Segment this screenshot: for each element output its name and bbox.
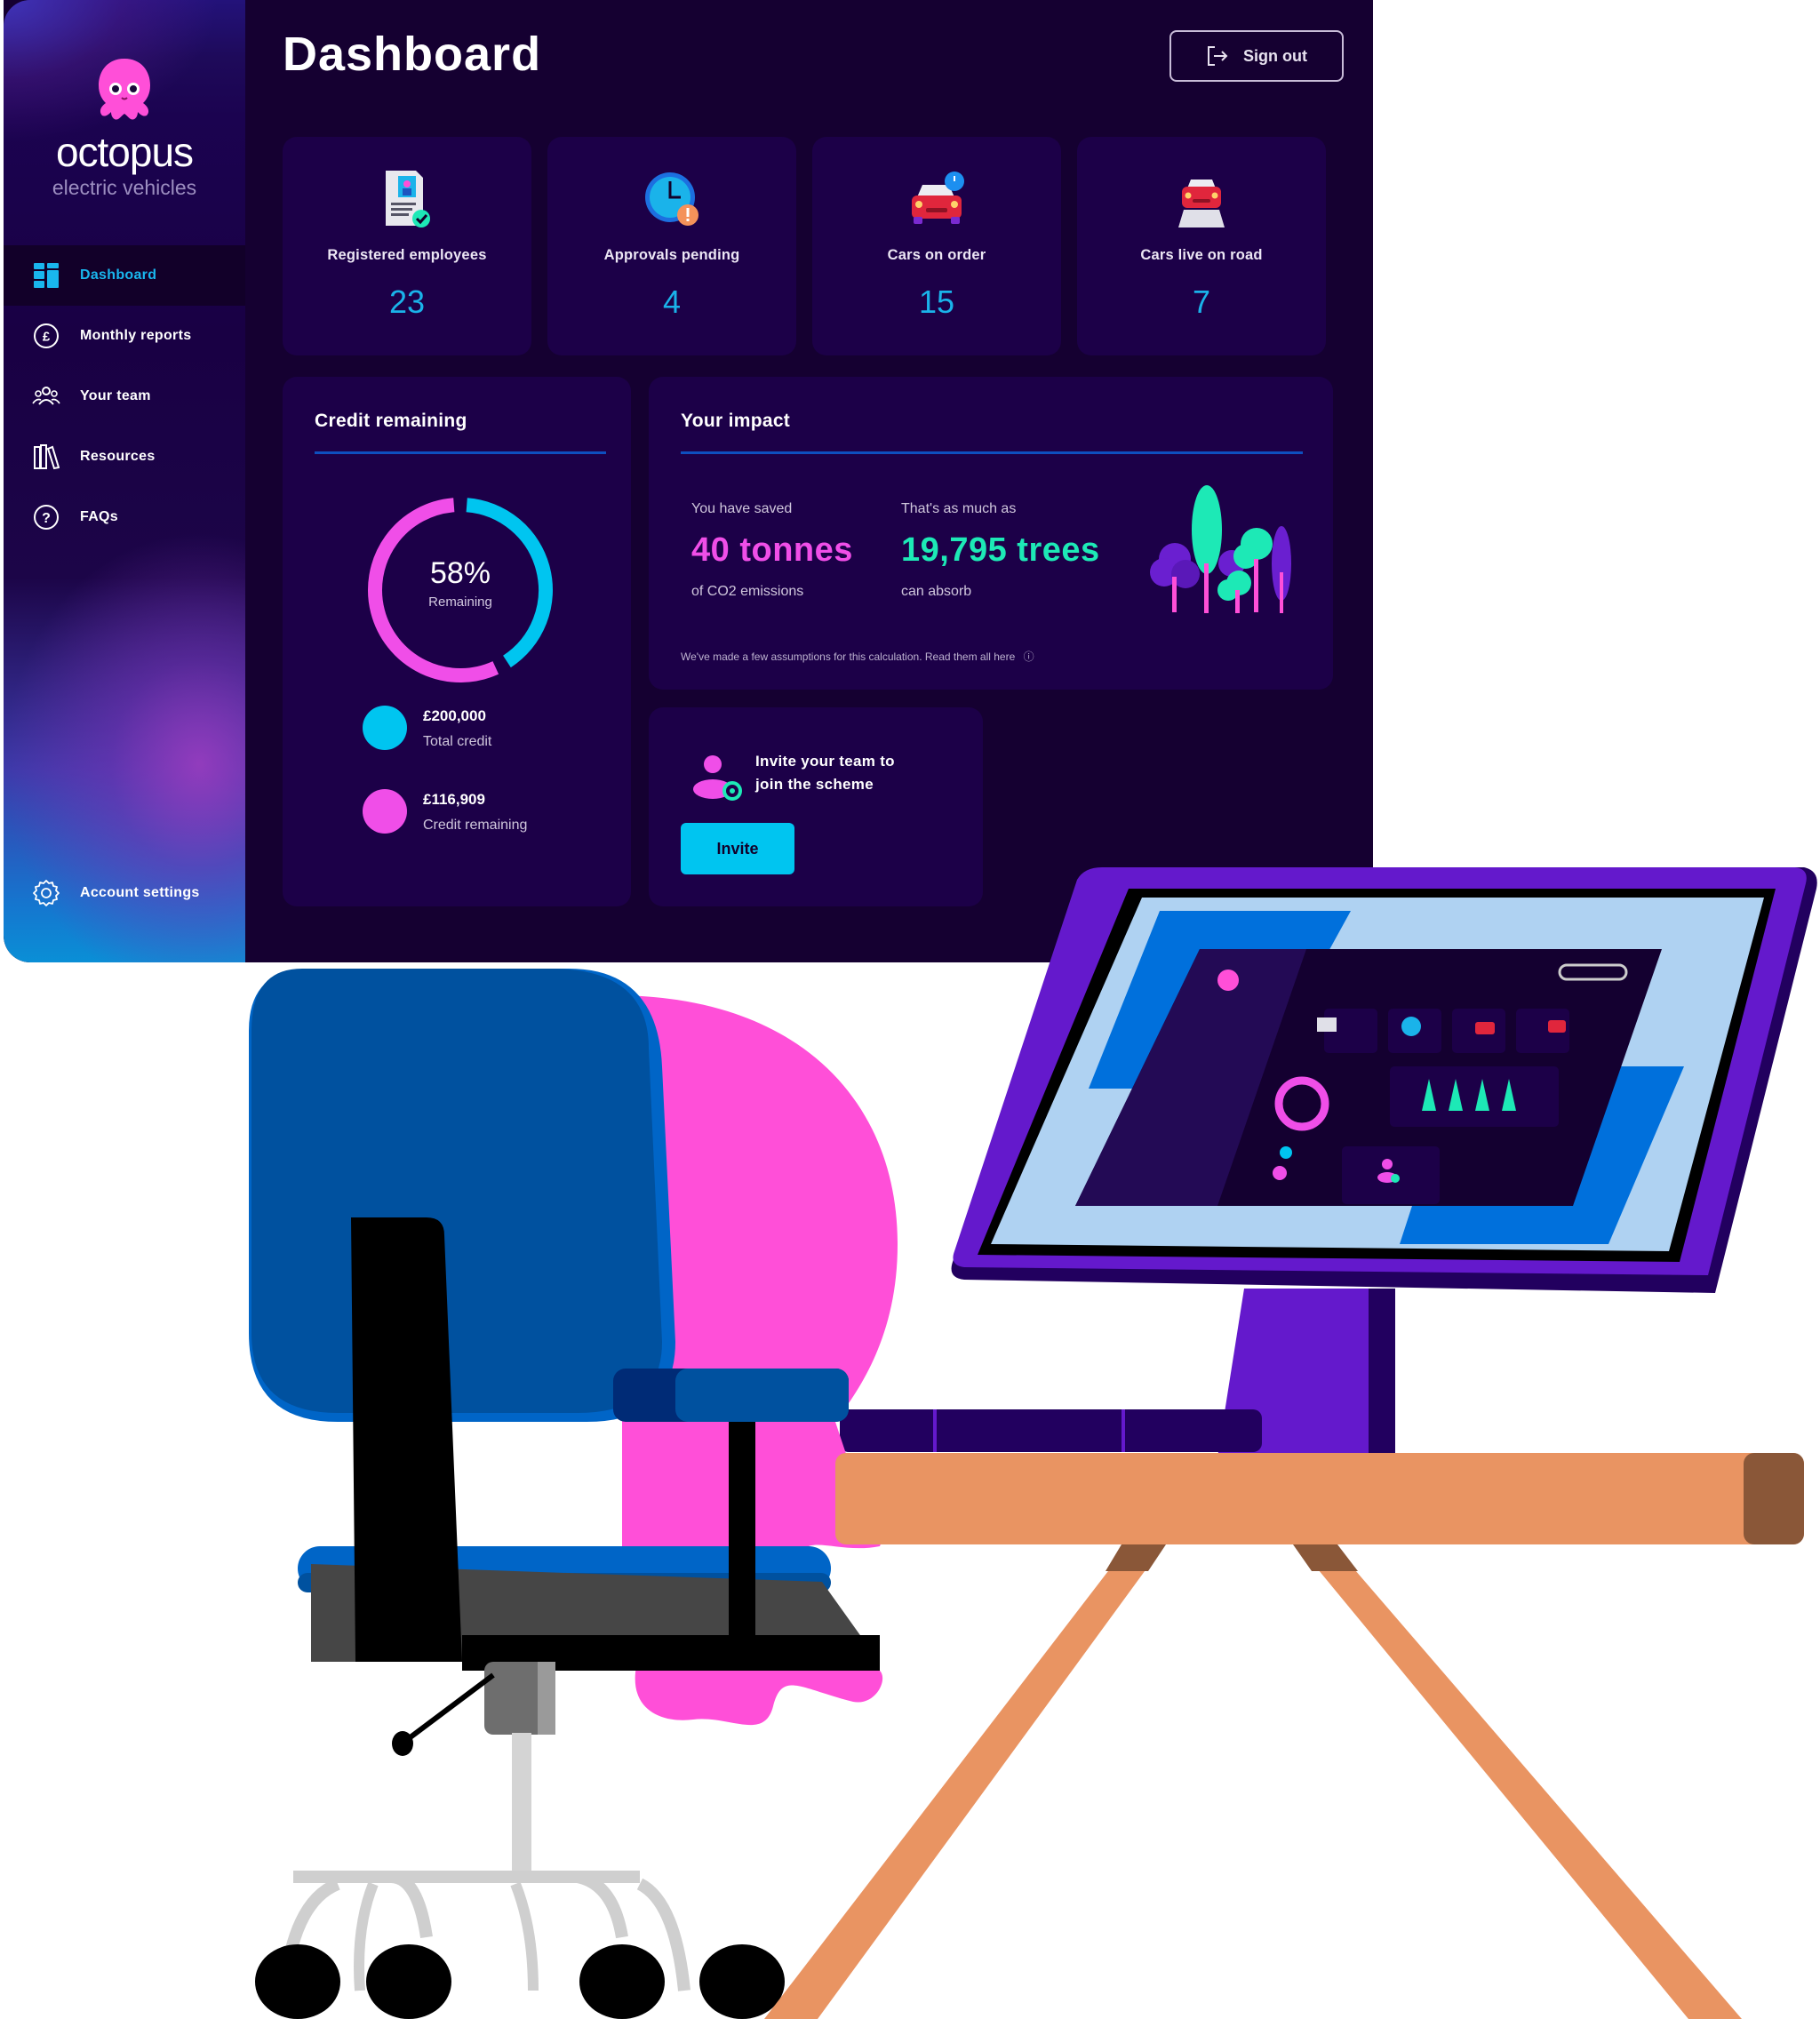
invite-line-2: join the scheme	[755, 776, 874, 793]
co2-saved-caption: of CO2 emissions	[691, 584, 804, 599]
brand-name: octopus	[55, 129, 194, 175]
stat-value: 7	[1192, 283, 1211, 320]
sidebar-item-account-settings[interactable]: Account settings	[4, 862, 245, 924]
co2-saved-intro: You have saved	[691, 501, 793, 516]
dashboard-window: octopus electric vehicles Dashboard £ Mo…	[4, 0, 1373, 962]
stat-card-cars-live-on-road[interactable]: Cars live on road 7	[1077, 137, 1326, 355]
trees-intro: That's as much as	[901, 501, 1017, 516]
legend-label: Credit remaining	[423, 818, 528, 833]
title-divider	[315, 451, 606, 454]
stat-card-cars-on-order[interactable]: Cars on order 15	[812, 137, 1061, 355]
legend-label: Total credit	[423, 734, 492, 749]
page-title: Dashboard	[283, 28, 542, 81]
trees-value: 19,795 trees	[901, 531, 1100, 569]
trees-caption: can absorb	[901, 584, 972, 599]
dashboard-grid-icon	[30, 259, 62, 291]
credit-percent-caption: Remaining	[428, 595, 492, 610]
desk-illustration	[764, 1453, 1804, 2019]
add-user-icon	[691, 752, 745, 810]
document-check-icon	[371, 164, 443, 235]
svg-text:?: ?	[42, 511, 51, 526]
stat-value: 23	[388, 283, 426, 320]
sidebar-item-faqs[interactable]: ? FAQs	[4, 487, 245, 547]
legend-swatch-total	[363, 706, 407, 750]
office-chair-illustration	[249, 969, 880, 2019]
legend-swatch-remaining	[363, 789, 407, 834]
trees-illustration-icon	[1146, 475, 1297, 639]
keyboard-illustration	[840, 1409, 1262, 1452]
sidebar-item-resources[interactable]: Resources	[4, 427, 245, 487]
team-icon	[30, 380, 62, 412]
sidebar-item-dashboard[interactable]: Dashboard	[4, 245, 245, 306]
your-impact-card: Your impact You have saved 40 tonnes of …	[649, 377, 1333, 690]
sign-out-label: Sign out	[1243, 46, 1307, 65]
stat-card-registered-employees[interactable]: Registered employees 23	[283, 137, 531, 355]
impact-card-title: Your impact	[681, 411, 791, 431]
trees-equivalent-block: That's as much as 19,795 trees can absor…	[901, 501, 1100, 600]
assumptions-note-text: We've made a few assumptions for this ca…	[681, 650, 1016, 663]
invite-button[interactable]: Invite	[681, 823, 794, 874]
sidebar-item-label: FAQs	[80, 509, 118, 524]
account-settings-label: Account settings	[80, 885, 200, 900]
stat-label: Cars on order	[887, 247, 986, 263]
credit-percent: 58%	[429, 556, 491, 590]
gear-icon	[30, 877, 62, 909]
co2-saved-block: You have saved 40 tonnes of CO2 emission…	[691, 501, 853, 600]
stat-value: 4	[662, 283, 682, 320]
sign-out-icon	[1208, 46, 1228, 66]
stat-value: 15	[918, 283, 955, 320]
legend-credit-remaining: £116,909 Credit remaining	[363, 789, 527, 834]
pound-coin-icon: £	[30, 320, 62, 352]
sidebar-item-monthly-reports[interactable]: £ Monthly reports	[4, 306, 245, 366]
stat-card-approvals-pending[interactable]: Approvals pending 4	[547, 137, 796, 355]
credit-remaining-card: Credit remaining 58% Remaining £200,000 …	[283, 377, 631, 906]
car-clock-icon	[901, 164, 972, 235]
info-icon[interactable]: ⓘ	[1024, 650, 1034, 663]
stat-label: Approvals pending	[603, 247, 740, 263]
question-circle-icon: ?	[30, 501, 62, 533]
sidebar-item-label: Monthly reports	[80, 328, 192, 343]
legend-value: £200,000	[423, 707, 486, 724]
brand-logo[interactable]: octopus electric vehicles	[4, 53, 245, 199]
sidebar: octopus electric vehicles Dashboard £ Mo…	[4, 0, 245, 962]
assumptions-note[interactable]: We've made a few assumptions for this ca…	[681, 649, 1034, 664]
legend-value: £116,909	[423, 791, 485, 808]
invite-message: Invite your team to join the scheme	[755, 750, 895, 796]
octopus-mascot-icon	[88, 53, 161, 126]
clock-alert-icon	[636, 164, 707, 235]
invite-line-1: Invite your team to	[755, 753, 895, 770]
legend-total-credit: £200,000 Total credit	[363, 706, 491, 750]
sidebar-item-your-team[interactable]: Your team	[4, 366, 245, 427]
credit-donut-chart: 58% Remaining	[363, 492, 558, 688]
octopus-character	[613, 995, 898, 1726]
invite-team-card: Invite your team to join the scheme Invi…	[649, 707, 983, 906]
sidebar-item-label: Your team	[80, 388, 151, 403]
stat-label: Cars live on road	[1140, 247, 1263, 263]
sign-out-button[interactable]: Sign out	[1169, 30, 1344, 82]
stat-label: Registered employees	[327, 247, 487, 263]
credit-card-title: Credit remaining	[315, 411, 467, 431]
sidebar-nav: Dashboard £ Monthly reports Your team Re…	[4, 245, 245, 547]
title-divider	[681, 451, 1303, 454]
books-icon	[30, 441, 62, 473]
car-road-icon	[1166, 164, 1237, 235]
svg-text:£: £	[43, 330, 51, 345]
sidebar-item-label: Resources	[80, 449, 156, 464]
brand-subtitle: electric vehicles	[52, 176, 197, 199]
sidebar-item-label: Dashboard	[80, 267, 157, 283]
co2-saved-value: 40 tonnes	[691, 531, 853, 569]
